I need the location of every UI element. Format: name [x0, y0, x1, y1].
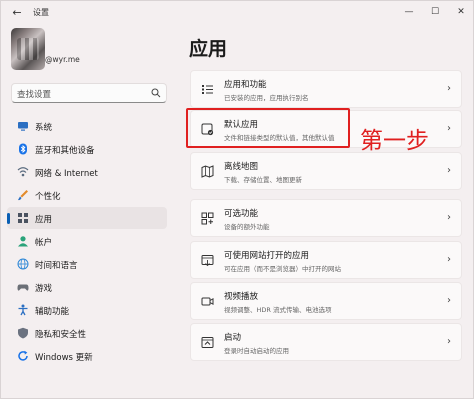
card-description: 登录时自动启动的应用: [224, 347, 289, 355]
card-startup[interactable]: 启动 登录时自动启动的应用 ›: [190, 323, 462, 361]
card-apps-for-websites[interactable]: 可使用网站打开的应用 可在应用（而不是浏览器）中打开的网站 ›: [190, 241, 462, 279]
card-video-playback[interactable]: 视频播放 视频调整、HDR 流式传输、电池选项 ›: [190, 282, 462, 320]
map-icon: [201, 165, 214, 178]
sidebar-item-accessibility[interactable]: 辅助功能: [7, 299, 167, 321]
sidebar-item-label: 隐私和安全性: [35, 330, 87, 340]
card-description: 已安装的应用，应用执行别名: [224, 94, 309, 102]
globe-icon: [17, 258, 29, 270]
card-title: 视频播放: [224, 292, 259, 302]
bluetooth-icon: [19, 143, 27, 155]
avatar[interactable]: [11, 28, 45, 70]
search-placeholder: 查找设置: [17, 90, 52, 100]
sidebar-item-label: Windows 更新: [35, 353, 93, 363]
card-title: 启动: [224, 333, 242, 343]
brush-icon: [18, 190, 28, 201]
sidebar-item-label: 应用: [35, 215, 53, 225]
search-input[interactable]: 查找设置: [11, 83, 167, 103]
sidebar-item-label: 辅助功能: [35, 307, 70, 317]
optional-features-icon: [201, 212, 214, 225]
card-optional-features[interactable]: 可选功能 设备的额外功能 ›: [190, 199, 462, 237]
sidebar-item-label: 时间和语言: [35, 261, 78, 271]
page-title: 应用: [189, 38, 228, 60]
sidebar-item-label: 系统: [35, 123, 53, 133]
network-icon: [17, 167, 29, 177]
sidebar-item-apps[interactable]: 应用: [7, 207, 167, 229]
sidebar-item-accounts[interactable]: 帐户: [7, 230, 167, 252]
card-description: 视频调整、HDR 流式传输、电池选项: [224, 306, 332, 314]
sidebar-item-privacy[interactable]: 隐私和安全性: [7, 322, 167, 344]
card-title: 应用和功能: [224, 80, 267, 90]
sidebar-item-bluetooth[interactable]: 蓝牙和其他设备: [7, 138, 167, 160]
monitor-icon: [18, 122, 28, 131]
sidebar-item-windows-update[interactable]: Windows 更新: [7, 345, 167, 367]
card-offline-maps[interactable]: 离线地图 下载、存储位置、地图更新 ›: [190, 152, 462, 190]
chevron-right-icon: ›: [447, 165, 451, 176]
sidebar-item-personalization[interactable]: 个性化: [7, 184, 167, 206]
gamepad-icon: [17, 284, 29, 291]
card-apps-features[interactable]: 应用和功能 已安装的应用，应用执行别名 ›: [190, 70, 462, 108]
accessibility-icon: [18, 304, 28, 316]
title-bar: ← 设置 — ☐ ✕: [1, 1, 474, 25]
minimize-button[interactable]: —: [397, 3, 421, 21]
card-description: 可在应用（而不是浏览器）中打开的网站: [224, 265, 341, 273]
video-icon: [201, 297, 214, 306]
list-icon: [202, 85, 213, 94]
sidebar-item-time-language[interactable]: 时间和语言: [7, 253, 167, 275]
account-email: @wyr.me: [45, 55, 80, 64]
sidebar-item-system[interactable]: 系统: [7, 115, 167, 137]
chevron-right-icon: ›: [447, 254, 451, 265]
search-icon: [151, 88, 161, 98]
card-title: 离线地图: [224, 162, 259, 172]
web-apps-icon: [201, 255, 214, 267]
startup-icon: [201, 337, 214, 348]
sidebar-item-label: 帐户: [35, 238, 53, 248]
annotation-highlight-box: [186, 108, 350, 148]
sidebar-item-label: 网络 & Internet: [35, 169, 98, 179]
settings-window: ← 设置 — ☐ ✕ @wyr.me 查找设置 系统 蓝牙和其他设备 网络 & …: [0, 0, 474, 399]
chevron-right-icon: ›: [447, 83, 451, 94]
back-arrow-icon[interactable]: ←: [9, 5, 25, 21]
account-icon: [18, 236, 28, 247]
card-description: 设备的额外功能: [224, 223, 270, 231]
update-icon: [18, 350, 28, 361]
sidebar-item-label: 个性化: [35, 192, 61, 202]
card-title: 可使用网站打开的应用: [224, 251, 310, 261]
close-button[interactable]: ✕: [449, 3, 473, 21]
chevron-right-icon: ›: [447, 295, 451, 306]
sidebar-item-label: 蓝牙和其他设备: [35, 146, 95, 156]
annotation-step-label: 第一步: [360, 128, 429, 154]
card-title: 可选功能: [224, 209, 259, 219]
chevron-right-icon: ›: [447, 336, 451, 347]
chevron-right-icon: ›: [447, 123, 451, 134]
card-description: 下载、存储位置、地图更新: [224, 176, 302, 184]
chevron-right-icon: ›: [447, 212, 451, 223]
maximize-button[interactable]: ☐: [423, 3, 447, 21]
sidebar-item-network[interactable]: 网络 & Internet: [7, 161, 167, 183]
window-title: 设置: [33, 8, 49, 17]
apps-icon: [18, 213, 28, 223]
sidebar-item-gaming[interactable]: 游戏: [7, 276, 167, 298]
shield-icon: [18, 327, 28, 339]
sidebar-item-label: 游戏: [35, 284, 53, 294]
